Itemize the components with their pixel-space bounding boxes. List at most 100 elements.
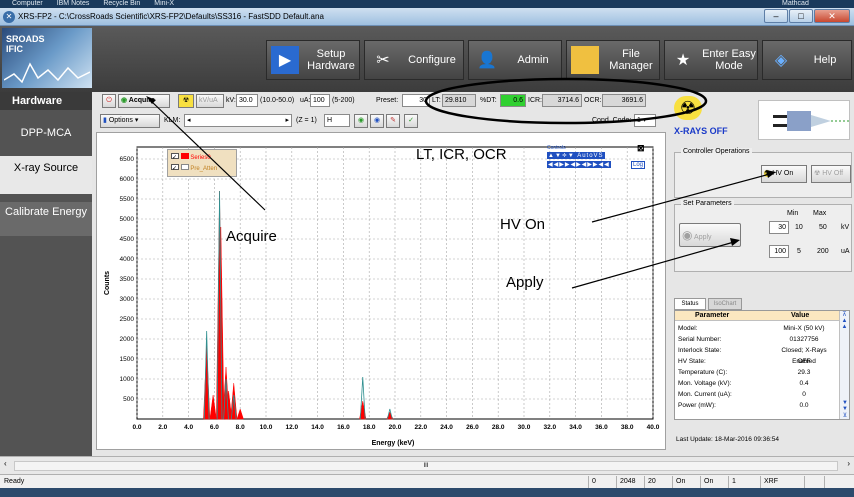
x-tick-label: 22.0 — [414, 424, 427, 431]
data-peak — [236, 408, 244, 420]
table-row: Model: Mini-X (50 kV) — [675, 323, 839, 334]
desktop-item[interactable]: Mathcad — [782, 0, 809, 8]
close-button[interactable]: ✕ — [814, 9, 850, 23]
x-tick-label: 30.0 — [518, 424, 531, 431]
y-tick-label: 2500 — [120, 316, 135, 323]
status-table: Parameter Value Model: Mini-X (50 kV) Seri… — [674, 310, 850, 420]
hv-on-icon: ☢ — [764, 170, 771, 177]
apply-button[interactable]: ◉ Apply — [679, 223, 741, 247]
window-titlebar: ✕ XRS-FP2 - C:\CrossRoads Scientific\XRS… — [0, 8, 854, 26]
nav-hardware[interactable]: Hardware — [0, 92, 92, 110]
stop-icon[interactable]: ⏻ — [102, 94, 116, 108]
desktop-item[interactable]: Computer — [12, 0, 43, 7]
zoom-in-icon[interactable]: ◉ — [354, 114, 368, 128]
kv-field[interactable]: 30.0 — [236, 94, 258, 107]
cond-code-select[interactable]: 1 ▾ — [634, 114, 656, 127]
close-controls-icon[interactable]: ⊠ — [637, 143, 645, 154]
ua-set-field[interactable]: 100 — [769, 245, 789, 258]
series-series0 — [203, 190, 394, 420]
y-tick-label: 6500 — [120, 156, 135, 163]
easy-mode-label: Enter Easy Mode — [702, 48, 756, 72]
x-tick-label: 20.0 — [389, 424, 402, 431]
kvua-button[interactable]: kV/uA — [196, 94, 224, 108]
marker-icon[interactable]: ✎ — [386, 114, 400, 128]
kv-set-field[interactable]: 30 — [769, 221, 789, 234]
legend-pre-atten[interactable]: ✓ Pre_Atten — [171, 164, 217, 172]
nav-calibrate-energy[interactable]: Calibrate Energy — [0, 202, 92, 236]
admin-button[interactable]: 👤 Admin — [468, 40, 562, 80]
row-parameter: Serial Number: — [678, 336, 722, 343]
apply-icon: ◉ — [682, 228, 693, 242]
y-tick-label: 3000 — [120, 296, 135, 303]
easy-mode-button[interactable]: ★ Enter Easy Mode — [664, 40, 758, 80]
table-scrollbar[interactable]: ⊼ ▲ ▲ ▼ ▼ ⊻ — [839, 311, 849, 419]
x-tick-label: 10.0 — [260, 424, 273, 431]
radiation-icon[interactable]: ☢ — [178, 94, 194, 108]
y-tick-label: 2000 — [120, 336, 135, 343]
acquisition-row: ⏻ ◉ Acquire ☢ kV/uA kV: 30.0 (10.0-50.0)… — [96, 94, 668, 110]
scroll-thumb[interactable]: III — [14, 461, 838, 471]
table-row: Interlock State: Closed; X-Rays Enabled — [675, 345, 839, 365]
x-tick-label: 36.0 — [595, 424, 608, 431]
ua-field[interactable]: 100 — [310, 94, 330, 107]
row-parameter: Temperature (C): — [678, 369, 728, 376]
tube-diagram — [758, 100, 850, 140]
acquire-button[interactable]: ◉ Acquire — [118, 94, 170, 108]
last-update: Last Update: 18-Mar-2016 09:36:54 — [676, 436, 779, 443]
dt-value: 0.6 — [500, 94, 526, 107]
hv-off-button[interactable]: ☢ HV Off — [811, 165, 851, 183]
desktop-item[interactable]: Recycle Bin — [103, 0, 140, 7]
pan-buttons[interactable]: ◀◀▶▶◀▶◀▶▶◀◀ — [547, 161, 611, 168]
acquire-icon: ◉ — [121, 97, 128, 104]
preset-field[interactable]: 30 — [402, 94, 430, 107]
company-logo: SROADS IFIC — [2, 28, 92, 88]
spectrum-chart[interactable]: 0.0 2.0 4.0 6.0 8.0 10.0 12.0 14.0 16.0 18.0 20.0 2… — [96, 132, 666, 450]
nav-xray-source[interactable]: X-ray Source — [0, 156, 92, 194]
zoom-out-icon[interactable]: ◉ — [370, 114, 384, 128]
log-button[interactable]: Log — [631, 161, 646, 169]
y-tick-label: 5000 — [120, 216, 135, 223]
element-field[interactable]: H — [324, 114, 350, 127]
left-nav: Hardware DPP-MCA X-ray Source Calibrate … — [0, 92, 92, 456]
options-button[interactable]: ▮ Options ▾ — [100, 114, 160, 128]
xray-tube-icon — [773, 111, 849, 131]
y-tick-label: 1500 — [120, 356, 135, 363]
options-row: ▮ Options ▾ KLM: ◂ ▸ (Z = 1) H ◉ ◉ ✎ ✓ Co… — [96, 114, 668, 130]
admin-label: Admin — [517, 54, 549, 66]
window-controls: – □ ✕ — [764, 9, 850, 23]
peak-id-icon[interactable]: ✓ — [404, 114, 418, 128]
row-value: 29.3 — [797, 369, 811, 376]
x-tick-label: 0.0 — [132, 424, 141, 431]
nav-dpp-mca[interactable]: DPP-MCA — [0, 122, 92, 144]
main-panel: ⏻ ◉ Acquire ☢ kV/uA kV: 30.0 (10.0-50.0)… — [92, 92, 670, 456]
desktop-item[interactable]: Mini-X — [154, 0, 174, 7]
spectrum-svg: 0.0 2.0 4.0 6.0 8.0 10.0 12.0 14.0 16.0 18.0 20.0 2… — [104, 146, 660, 447]
scale-buttons[interactable]: ▲▼≑▼ AutoVS — [547, 152, 605, 159]
data-peak — [209, 394, 217, 420]
x-tick-label: 8.0 — [236, 424, 245, 431]
help-button[interactable]: ◈ Help — [762, 40, 852, 80]
legend-series0[interactable]: ✓ Series0 — [171, 153, 211, 161]
maximize-button[interactable]: □ — [789, 9, 813, 23]
row-value: 0.0 — [799, 402, 809, 409]
scroll-left-icon[interactable]: ‹ — [4, 459, 7, 468]
configure-button[interactable]: ✂ Configure — [364, 40, 464, 80]
klm-slider[interactable]: ◂ ▸ — [184, 114, 292, 127]
minimize-button[interactable]: – — [764, 9, 788, 23]
set-parameters-group: Set Parameters Min Max ◉ Apply 30 10 50 … — [674, 200, 852, 272]
tab-status[interactable]: Status — [674, 298, 706, 310]
y-axis-label: Counts — [104, 271, 111, 295]
tab-isochart[interactable]: IsoChart — [708, 298, 742, 310]
row-parameter: Model: — [678, 325, 698, 332]
hv-on-button[interactable]: ☢ HV On — [761, 165, 807, 183]
setup-hardware-button[interactable]: ▶ Setup Hardware — [266, 40, 360, 80]
table-row: Temperature (C): 29.3 — [675, 367, 839, 378]
horizontal-scrollbar[interactable]: ‹ III › — [0, 456, 854, 474]
easy-mode-icon: ★ — [675, 52, 691, 69]
file-manager-button[interactable]: File Manager — [566, 40, 660, 80]
help-icon: ◈ — [774, 52, 788, 69]
desktop-item[interactable]: IBM Notes — [57, 0, 90, 7]
x-tick-label: 38.0 — [621, 424, 634, 431]
scroll-right-icon[interactable]: › — [847, 459, 850, 468]
radiation-status-icon: ☢ — [674, 96, 702, 120]
